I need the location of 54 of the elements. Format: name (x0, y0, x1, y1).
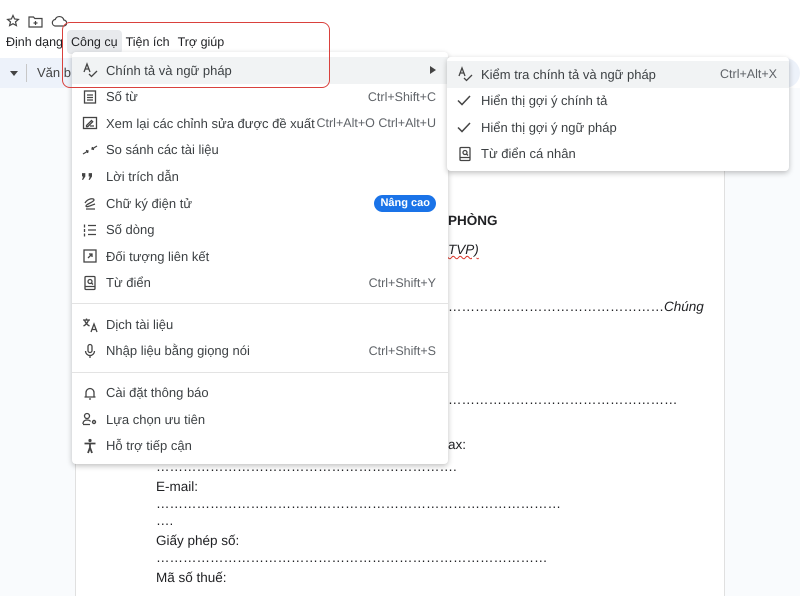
document-icon (82, 88, 98, 105)
translate-icon (82, 316, 98, 333)
spellcheck-icon (82, 62, 98, 78)
spellcheck-icon (457, 66, 473, 82)
document-text: PHÒNG (448, 213, 498, 228)
accessibility-icon (82, 438, 98, 454)
menu-item[interactable]: Kiểm tra chính tả và ngữ pháp Ctrl+Alt+X (447, 61, 789, 88)
document-text: ax: (448, 437, 466, 452)
menu-item[interactable]: Hiển thị gợi ý chính tả (447, 88, 789, 114)
menu-item[interactable]: Nhập liệu bằng giọng nói Ctrl+Shift+S (72, 338, 448, 365)
menu-item[interactable]: Chính tả và ngữ pháp (72, 57, 448, 84)
menu-item[interactable]: Đối tượng liên kết (72, 243, 448, 270)
document-text: E-mail: (156, 479, 198, 494)
menu-item[interactable]: Công cụ (67, 30, 122, 54)
document-text: TVP) (448, 242, 479, 257)
menu-item[interactable]: Chữ ký điện tử Nâng cao (72, 190, 448, 217)
upgrade-badge: Nâng cao (374, 194, 436, 212)
menu-item[interactable]: Lời trích dẫn (72, 163, 448, 190)
menu-item[interactable]: Số từ Ctrl+Shift+C (72, 84, 448, 110)
menu-item[interactable]: Dịch tài liệu (72, 311, 448, 338)
line-numbers-icon (82, 222, 98, 238)
document-text: …………………………………………Chúng (448, 299, 704, 314)
document-text: …………………………………………… (448, 392, 678, 407)
document-text: …………………………………………………………………………… (156, 550, 548, 565)
style-dropdown[interactable]: Văn b (37, 63, 71, 83)
menu-item[interactable]: Lựa chọn ưu tiên (72, 406, 448, 433)
menu-item[interactable]: Hỗ trợ tiếp cận (72, 432, 448, 460)
menu-item[interactable]: Cài đặt thông báo (72, 380, 448, 406)
menu-item[interactable]: Trợ giúp (174, 30, 228, 54)
document-text: …………………………………………………………. (156, 459, 457, 474)
dictionary-icon (457, 146, 473, 162)
folder-icon[interactable] (28, 14, 43, 28)
caret-icon[interactable] (10, 70, 18, 76)
quote-icon (82, 173, 92, 180)
dictionary-icon (82, 275, 98, 292)
microphone-icon (82, 343, 98, 360)
menu-item[interactable]: Xem lại các chỉnh sửa được đề xuấtCtrl+Alt+O Ctrl+Alt+U (72, 110, 448, 137)
signature-icon (82, 195, 98, 212)
document-text: Giấy phép số: (156, 533, 240, 548)
cloud-icon[interactable] (51, 15, 67, 27)
linked-object-icon (82, 248, 98, 264)
menu-item[interactable]: Tiện ích (122, 30, 174, 54)
menu-item[interactable]: Định dạng (2, 30, 67, 54)
review-icon (82, 115, 98, 132)
document-text: …. (156, 513, 174, 528)
document-text: ……………………………………………………………………………… (156, 496, 561, 511)
menu-item[interactable]: Từ điển cá nhân (447, 140, 789, 168)
menu-item[interactable]: Hiển thị gợi ý ngữ pháp (447, 114, 789, 141)
person-gear-icon (82, 411, 98, 428)
menu-item[interactable]: Từ điển Ctrl+Shift+Y (72, 270, 448, 296)
star-icon[interactable] (6, 14, 20, 28)
menu-item[interactable]: So sánh các tài liệu (72, 136, 448, 164)
document-text: Mã số thuế: (156, 570, 227, 585)
menu-item[interactable]: Số dòng (72, 216, 448, 244)
